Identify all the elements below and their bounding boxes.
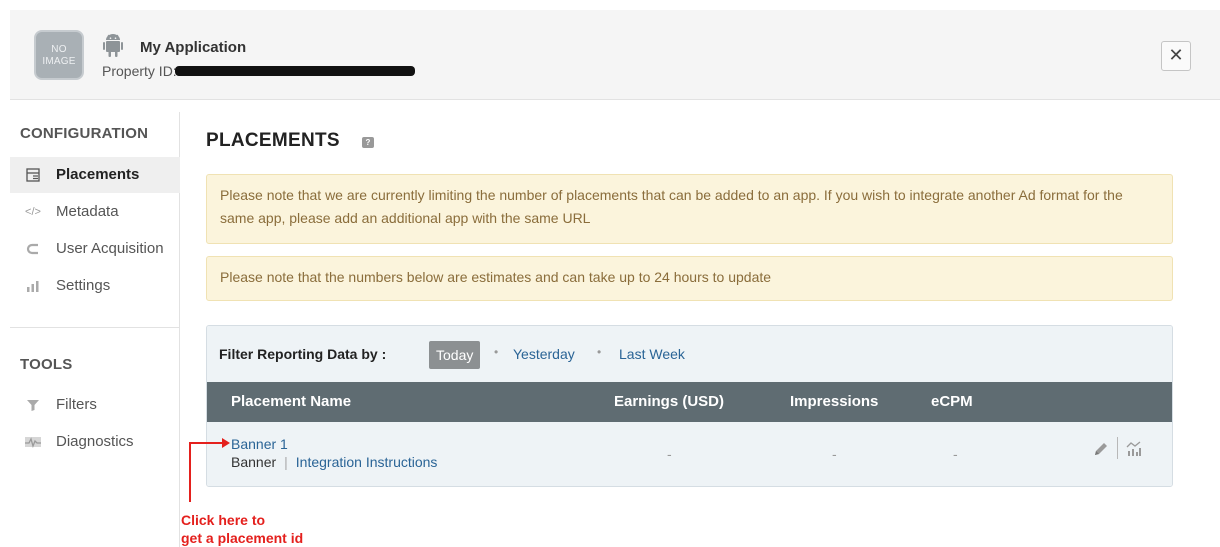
- filter-label: Filter Reporting Data by :: [219, 346, 387, 362]
- filter-bar: Filter Reporting Data by : Today • Yeste…: [207, 326, 1172, 382]
- placement-limit-notice: Please note that we are currently limiti…: [206, 174, 1173, 244]
- earnings-cell: -: [667, 446, 672, 462]
- property-id-row: Property ID:a1bf1371addf4271adab7a07acf3…: [102, 63, 416, 79]
- tools-section-title: TOOLS: [20, 356, 73, 373]
- property-id-label: Property ID:: [102, 63, 177, 79]
- annotation-line2: get a placement id: [181, 530, 304, 546]
- impressions-cell: -: [832, 446, 837, 462]
- app-header: NO IMAGE My Application Property ID:a1bf…: [10, 10, 1220, 100]
- sidebar-item-placements[interactable]: Placements: [10, 157, 180, 193]
- configuration-section-title: CONFIGURATION: [20, 125, 149, 142]
- filter-icon: [24, 387, 42, 423]
- integration-instructions-link[interactable]: Integration Instructions: [296, 454, 438, 470]
- app-name: My Application: [140, 39, 247, 56]
- estimates-notice: Please note that the numbers below are e…: [206, 256, 1173, 301]
- app-no-image-placeholder: NO IMAGE: [34, 30, 84, 80]
- help-icon[interactable]: ?: [362, 137, 374, 148]
- property-id-value: a1bf1371addf4271adab7a07acf3691e: [174, 63, 416, 79]
- sidebar-item-label: Diagnostics: [56, 433, 134, 450]
- placement-subinfo-separator: |: [284, 454, 288, 470]
- annotation-arrow-line: [189, 442, 223, 444]
- code-icon: </>: [25, 206, 41, 218]
- filter-yesterday-link[interactable]: Yesterday: [513, 346, 575, 362]
- placements-icon: [24, 157, 42, 193]
- table-row: Banner 1 Banner | Integration Instructions…: [207, 422, 1172, 486]
- annotation-line1: Click here to: [181, 512, 266, 528]
- placement-subinfo: Banner | Integration Instructions: [231, 454, 437, 470]
- sidebar: CONFIGURATION Placements </> Metadata Us…: [10, 112, 180, 547]
- annotation-callout: Click here to get a placement id: [181, 511, 303, 547]
- sidebar-item-user-acquisition[interactable]: User Acquisition: [10, 231, 180, 267]
- pulse-icon: [24, 424, 42, 460]
- filter-today-button[interactable]: Today: [429, 341, 481, 369]
- column-placement-name: Placement Name: [231, 393, 352, 410]
- column-ecpm: eCPM: [931, 393, 973, 410]
- sidebar-item-diagnostics[interactable]: Diagnostics: [10, 424, 180, 460]
- action-separator: [1117, 437, 1118, 459]
- sidebar-item-label: User Acquisition: [56, 240, 164, 257]
- android-icon: [103, 34, 123, 57]
- sidebar-item-label: Filters: [56, 396, 97, 413]
- sidebar-divider: [10, 327, 180, 328]
- annotation-arrow-head-icon: [222, 438, 230, 448]
- sidebar-item-filters[interactable]: Filters: [10, 387, 180, 423]
- filter-separator: •: [494, 345, 499, 359]
- column-impressions: Impressions: [790, 393, 879, 410]
- placement-name-link[interactable]: Banner 1: [231, 436, 288, 452]
- sidebar-item-label: Placements: [56, 166, 140, 183]
- magnet-icon: [24, 231, 42, 267]
- no-image-line1: NO: [51, 44, 67, 55]
- bars-icon: [24, 268, 42, 304]
- ecpm-cell: -: [953, 446, 958, 462]
- pencil-icon[interactable]: [1092, 440, 1110, 458]
- close-button[interactable]: ✕: [1161, 41, 1191, 71]
- column-earnings: Earnings (USD): [614, 393, 725, 410]
- table-header: Placement Name Earnings (USD) Impression…: [207, 382, 1172, 422]
- placement-type: Banner: [231, 454, 277, 470]
- no-image-line2: IMAGE: [42, 56, 76, 67]
- placements-table: Filter Reporting Data by : Today • Yeste…: [206, 325, 1173, 487]
- page-title: PLACEMENTS: [206, 130, 340, 151]
- stats-icon[interactable]: [1125, 440, 1143, 458]
- filter-separator: •: [597, 345, 602, 359]
- sidebar-item-settings[interactable]: Settings: [10, 268, 180, 304]
- annotation-arrow-line: [189, 442, 191, 502]
- filter-last-week-link[interactable]: Last Week: [619, 346, 685, 362]
- sidebar-item-label: Metadata: [56, 203, 119, 220]
- sidebar-item-label: Settings: [56, 277, 111, 294]
- sidebar-item-metadata[interactable]: </> Metadata: [10, 194, 180, 230]
